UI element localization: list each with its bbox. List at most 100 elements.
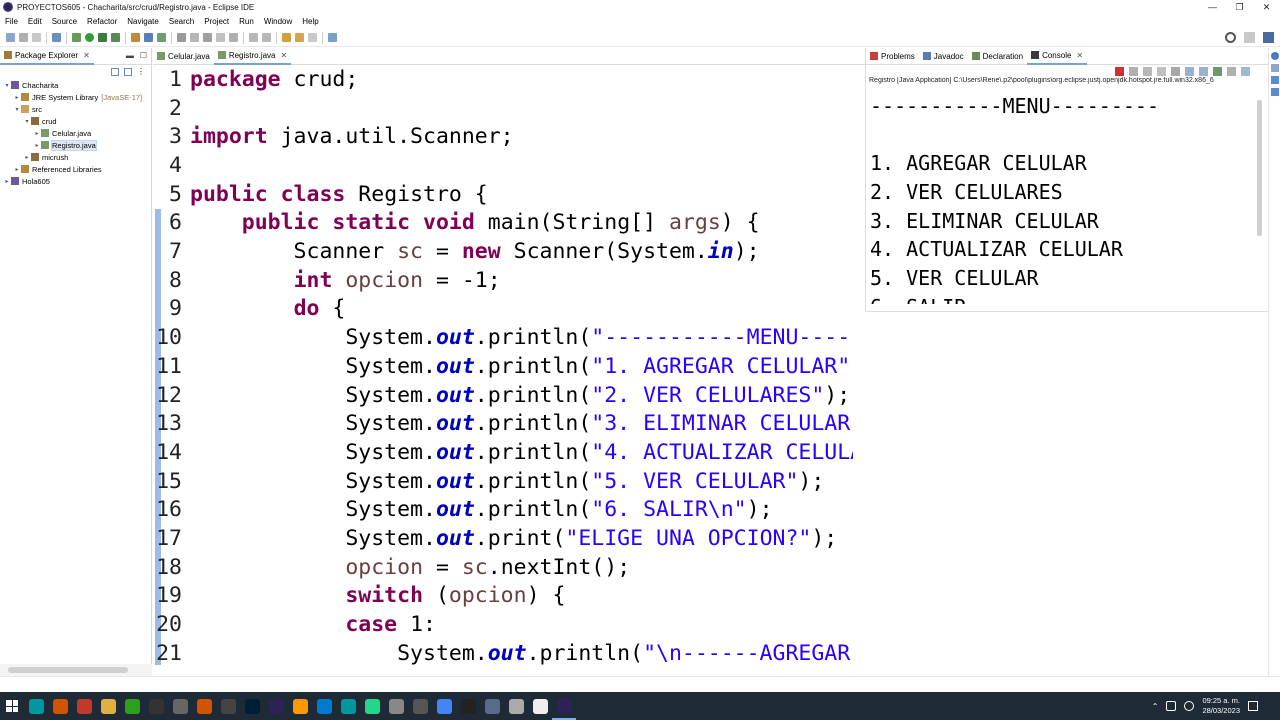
code-line[interactable]: 20 case 1: [153, 610, 436, 639]
taskbar-app[interactable] [192, 692, 216, 720]
chevron-up-icon[interactable]: ⌃ [1152, 702, 1159, 711]
chevron-down-icon[interactable]: ▾ [23, 118, 31, 125]
external-tools-icon[interactable] [111, 33, 120, 42]
coverage-icon[interactable] [98, 33, 107, 42]
minimize-button[interactable]: — [1199, 0, 1226, 14]
taskbar-app[interactable] [408, 692, 432, 720]
menu-file[interactable]: File [0, 17, 23, 26]
console-scrollbar[interactable] [1254, 96, 1264, 304]
remove-all-icon[interactable] [1143, 66, 1152, 76]
pin-console-icon[interactable] [1213, 66, 1222, 76]
clear-console-icon[interactable] [1157, 66, 1166, 76]
editor-tab[interactable]: Celular.java [153, 48, 214, 65]
chevron-down-icon[interactable]: ▾ [3, 82, 11, 89]
menu-window[interactable]: Window [259, 17, 297, 26]
chevron-right-icon[interactable]: ▸ [13, 94, 21, 101]
taskbar-app[interactable] [144, 692, 168, 720]
console-tab[interactable]: Declaration [968, 48, 1027, 65]
show-stderr-icon[interactable] [1199, 66, 1208, 76]
code-line[interactable]: 1 package crud; [153, 65, 358, 94]
code-line[interactable]: 12 System.out.println("2. VER CELULARES"… [153, 381, 850, 410]
taskbar-app[interactable] [216, 692, 240, 720]
tab-package-explorer[interactable]: Package Explorer ✕ [0, 47, 94, 65]
taskbar-app[interactable] [24, 692, 48, 720]
code-line[interactable]: 6 public static void main(String[] args)… [153, 209, 760, 238]
outline-icon[interactable] [1271, 52, 1279, 60]
menu-help[interactable]: Help [297, 17, 323, 26]
code-line[interactable]: 11 System.out.println("1. AGREGAR CELULA… [153, 352, 876, 381]
chevron-right-icon[interactable]: ▸ [3, 178, 11, 185]
menu-navigate[interactable]: Navigate [122, 17, 164, 26]
tree-item[interactable]: ▾ Chacharita [0, 79, 151, 91]
close-icon[interactable]: ✕ [1076, 51, 1083, 60]
minimize-icon[interactable]: ▬ [126, 51, 134, 60]
terminate-icon[interactable] [1115, 66, 1124, 76]
tree-item[interactable]: ▸ Referenced Libraries [0, 163, 151, 175]
code-line[interactable]: 2 [153, 94, 190, 123]
scroll-lock-icon[interactable] [1171, 66, 1180, 76]
menu-project[interactable]: Project [199, 17, 234, 26]
code-line[interactable]: 15 System.out.println("5. VER CELULAR"); [153, 467, 824, 496]
run-icon[interactable] [85, 33, 94, 42]
display-console-icon[interactable] [1227, 66, 1236, 76]
taskbar-app[interactable] [360, 692, 384, 720]
new-icon[interactable] [6, 33, 15, 42]
chevron-down-icon[interactable]: ▾ [13, 106, 21, 113]
close-button[interactable]: ✕ [1253, 0, 1280, 14]
taskbar-app[interactable] [504, 692, 528, 720]
show-stdout-icon[interactable] [1185, 66, 1194, 76]
close-icon[interactable]: ✕ [83, 51, 90, 60]
view-menu-icon[interactable]: ⋮ [137, 68, 145, 76]
taskbar-app[interactable] [264, 692, 288, 720]
code-line[interactable]: 9 do { [153, 295, 345, 324]
restore-icon[interactable] [1271, 76, 1279, 84]
code-line[interactable]: 18 opcion = sc.nextInt(); [153, 553, 630, 582]
taskbar-app[interactable] [336, 692, 360, 720]
open-perspective-icon[interactable] [1244, 32, 1255, 43]
new-class-icon[interactable] [157, 33, 166, 42]
pin-editor-icon[interactable] [328, 33, 337, 42]
code-line[interactable]: 19 switch (opcion) { [153, 582, 565, 611]
console-tab[interactable]: Javadoc [919, 48, 968, 65]
vertical-scrollbar[interactable] [853, 65, 865, 663]
menu-edit[interactable]: Edit [23, 17, 47, 26]
taskbar-app[interactable] [72, 692, 96, 720]
tree-item[interactable]: ▾ src [0, 103, 151, 115]
remove-launch-icon[interactable] [1129, 66, 1138, 76]
new-java-project-icon[interactable] [131, 33, 140, 42]
new-package-icon[interactable] [144, 33, 153, 42]
search-icon[interactable] [190, 33, 199, 42]
taskbar-app[interactable] [384, 692, 408, 720]
back-icon[interactable] [295, 33, 304, 42]
taskbar-clock[interactable]: 09:25 a. m. 28/03/2023 [1202, 696, 1240, 716]
tree-item[interactable]: ▸ micrush [0, 151, 151, 163]
chevron-right-icon[interactable]: ▸ [33, 142, 41, 149]
taskbar-app[interactable] [168, 692, 192, 720]
taskbar-app[interactable] [312, 692, 336, 720]
open-console-icon[interactable] [1241, 66, 1250, 76]
taskbar-app[interactable] [120, 692, 144, 720]
code-line[interactable]: 17 System.out.print("ELIGE UNA OPCION?")… [153, 524, 837, 553]
menu-run[interactable]: Run [234, 17, 259, 26]
horizontal-scrollbar[interactable] [0, 664, 152, 676]
editor-tab[interactable]: Registro.java ✕ [213, 47, 292, 65]
block-selection-icon[interactable] [229, 33, 238, 42]
open-type-icon[interactable] [177, 33, 186, 42]
scrollbar-thumb[interactable] [1257, 100, 1262, 236]
scrollbar-thumb[interactable] [8, 667, 128, 673]
code-line[interactable]: 16 System.out.println("6. SALIR\n"); [153, 496, 772, 525]
forward-icon[interactable] [308, 33, 317, 42]
chevron-right-icon[interactable]: ▸ [13, 166, 21, 173]
tree-item[interactable]: ▸ Hola605 [0, 175, 151, 187]
last-edit-icon[interactable] [282, 33, 291, 42]
chevron-right-icon[interactable]: ▸ [33, 130, 41, 137]
menu-source[interactable]: Source [47, 17, 82, 26]
console-output[interactable]: -----------MENU--------- 1. AGREGAR CELUL… [870, 92, 1255, 304]
maximize-icon[interactable]: ☐ [140, 51, 147, 60]
close-icon[interactable]: ✕ [281, 51, 288, 60]
tree-item[interactable]: ▾ crud [0, 115, 151, 127]
code-line[interactable]: 5 public class Registro { [153, 180, 488, 209]
tree-item[interactable]: ▸ Celular.java [0, 127, 151, 139]
menu-refactor[interactable]: Refactor [82, 17, 122, 26]
console-tab[interactable]: Console ✕ [1027, 47, 1088, 65]
